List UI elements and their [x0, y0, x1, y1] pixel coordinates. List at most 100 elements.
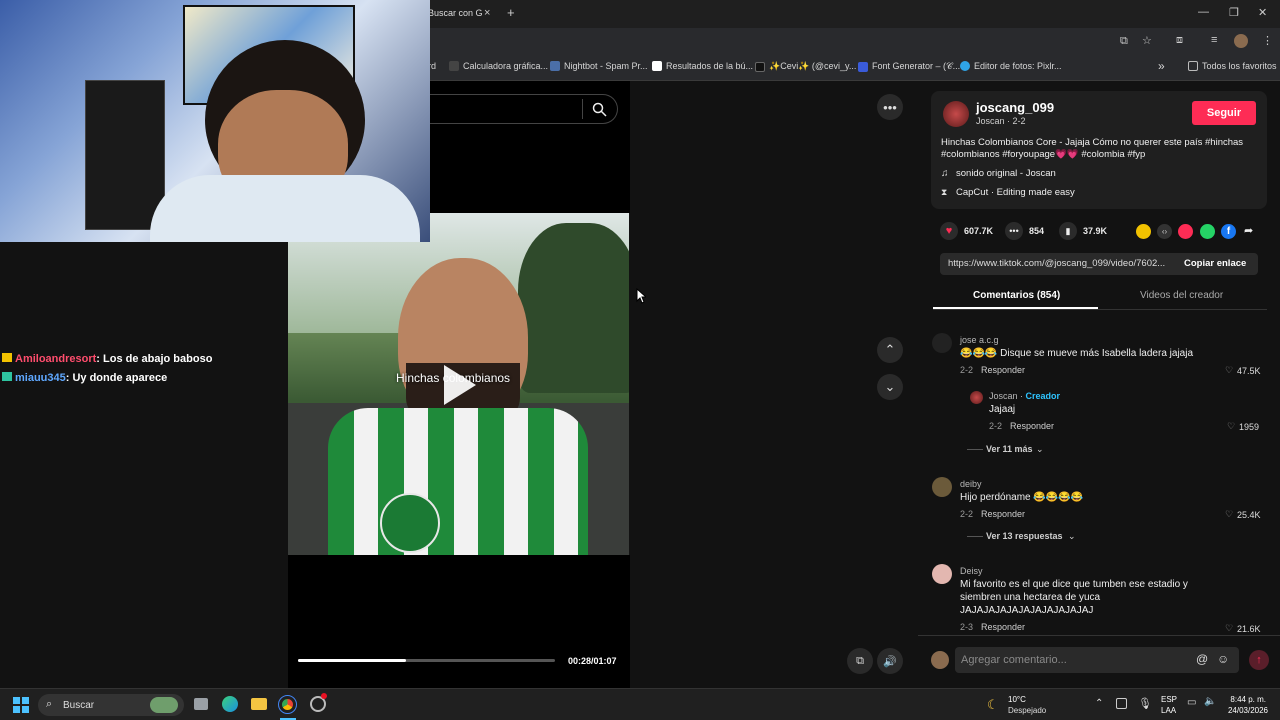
- volume-icon[interactable]: 🔊: [877, 648, 903, 674]
- coin-icon[interactable]: [1136, 224, 1151, 239]
- mention-icon[interactable]: @: [1196, 652, 1208, 666]
- close-window-icon[interactable]: ✕: [1258, 6, 1267, 19]
- creator-avatar[interactable]: [943, 101, 969, 127]
- tab-close-icon[interactable]: ×: [484, 7, 490, 19]
- chat-text: : Los de abajo baboso: [96, 353, 213, 365]
- emoji-icon[interactable]: ☺: [1217, 652, 1229, 666]
- reply-button[interactable]: Responder: [1010, 421, 1054, 431]
- taskbar-search[interactable]: ⌕ Buscar: [38, 694, 184, 716]
- tray-app-icon[interactable]: [1116, 698, 1127, 709]
- comment-date: 2-3: [960, 622, 974, 632]
- search-icon: ⌕: [46, 698, 53, 710]
- reply-button[interactable]: Responder: [981, 365, 1025, 375]
- reply-avatar[interactable]: [970, 391, 983, 404]
- whatsapp-icon[interactable]: [1200, 224, 1215, 239]
- progress-track[interactable]: [298, 659, 555, 662]
- edge-icon[interactable]: [222, 696, 238, 712]
- clock-time[interactable]: 8:44 p. m.: [1226, 695, 1266, 704]
- comment-author[interactable]: Deisy: [960, 566, 983, 576]
- bookmarks-more-icon[interactable]: »: [1158, 59, 1165, 73]
- network-icon[interactable]: ▭: [1187, 697, 1196, 708]
- weather-temp[interactable]: 10°C: [1008, 695, 1026, 704]
- volume-tray-icon[interactable]: 🔈: [1204, 696, 1216, 707]
- video-player[interactable]: Hinchas colombianos: [288, 213, 629, 555]
- chevron-down-icon[interactable]: ⌄: [1068, 531, 1076, 542]
- capcut-label[interactable]: CapCut · Editing made easy: [956, 187, 1075, 198]
- tab-creator-videos[interactable]: Videos del creador: [1140, 290, 1223, 301]
- send-icon[interactable]: [1178, 224, 1193, 239]
- pip-icon[interactable]: ⧉: [847, 648, 873, 674]
- comment-author[interactable]: jose a.c.g: [960, 335, 999, 345]
- play-icon[interactable]: [438, 363, 478, 407]
- send-comment-icon[interactable]: ↑: [1249, 650, 1269, 670]
- weather-desc[interactable]: Despejado: [1008, 706, 1046, 715]
- view-more-replies[interactable]: Ver 11 más: [986, 444, 1033, 454]
- follow-button[interactable]: Seguir: [1192, 101, 1256, 125]
- facebook-icon[interactable]: f: [1221, 224, 1236, 239]
- file-explorer-icon[interactable]: [251, 698, 267, 710]
- reply-author[interactable]: Joscan · Creador: [989, 391, 1060, 401]
- chrome-icon[interactable]: [278, 695, 297, 714]
- new-tab-button[interactable]: +: [507, 5, 515, 20]
- weather-moon-icon[interactable]: ☾: [987, 697, 999, 713]
- share-icon[interactable]: ➦: [1244, 224, 1253, 237]
- comment-input[interactable]: Agregar comentario... @ ☺: [955, 647, 1239, 673]
- heart-outline-icon[interactable]: ♡: [1225, 365, 1233, 376]
- heart-outline-icon[interactable]: ♡: [1225, 623, 1233, 634]
- bookmark-icon[interactable]: ▮: [1059, 222, 1077, 240]
- extensions-icon[interactable]: ⧈: [1176, 34, 1183, 47]
- comment-author[interactable]: deiby: [960, 479, 982, 489]
- language-code[interactable]: ESP: [1161, 695, 1177, 704]
- profile-avatar[interactable]: [1234, 34, 1248, 48]
- tab-comments[interactable]: Comentarios (854): [973, 290, 1060, 301]
- video-link[interactable]: https://www.tiktok.com/@joscang_099/vide…: [948, 258, 1165, 269]
- like-icon[interactable]: ♥: [940, 222, 958, 240]
- video-controls: 00:28/01:07: [288, 555, 630, 688]
- microphone-tray-icon[interactable]: 🎙: [1138, 697, 1152, 710]
- creator-username[interactable]: joscang_099: [976, 100, 1054, 115]
- tab-search-icon[interactable]: ≡: [1211, 34, 1217, 46]
- all-bookmarks[interactable]: Todos los favoritos: [1188, 61, 1277, 71]
- sound-label[interactable]: sonido original - Joscan: [956, 168, 1056, 179]
- tray-chevron-icon[interactable]: ⌃: [1095, 698, 1103, 709]
- menu-icon[interactable]: ⋮: [1262, 34, 1273, 47]
- reply-like-count: 1959: [1239, 422, 1260, 432]
- task-view-icon[interactable]: [194, 698, 208, 710]
- windows-start-icon[interactable]: [13, 697, 29, 713]
- clock-date[interactable]: 24/03/2026: [1226, 706, 1268, 715]
- bookmark-item[interactable]: Font Generator – (𝒞...: [858, 61, 960, 72]
- cast-icon[interactable]: ⧉: [1120, 35, 1128, 48]
- search-icon[interactable]: [592, 102, 607, 117]
- heart-outline-icon[interactable]: ♡: [1227, 421, 1235, 432]
- comment-text: Mi favorito es el que dice que tumben es…: [960, 579, 1188, 616]
- commenter-avatar[interactable]: [932, 477, 952, 497]
- tab-title[interactable]: Buscar con G: [428, 8, 483, 18]
- sub-badge-icon: [2, 372, 12, 381]
- heart-outline-icon[interactable]: ♡: [1225, 509, 1233, 520]
- bookmark-item[interactable]: Resultados de la bú...: [652, 61, 753, 71]
- comment-icon[interactable]: •••: [1005, 222, 1023, 240]
- chevron-down-icon[interactable]: ⌄: [1036, 444, 1044, 455]
- embed-icon[interactable]: ‹›: [1157, 224, 1172, 239]
- language-layout[interactable]: LAA: [1161, 706, 1176, 715]
- chat-text: : Uy donde aparece: [65, 372, 168, 384]
- star-icon[interactable]: ☆: [1142, 34, 1152, 47]
- user-avatar[interactable]: [931, 651, 949, 669]
- view-more-replies[interactable]: Ver 13 respuestas: [986, 531, 1063, 541]
- chevron-up-icon[interactable]: ⌃: [877, 337, 903, 363]
- copy-link-button[interactable]: Copiar enlace: [1184, 258, 1246, 269]
- bookmark-item[interactable]: Editor de fotos: Pixlr...: [960, 61, 1062, 71]
- bookmark-item[interactable]: ✨Cevi✨ (@cevi_y...: [755, 61, 856, 72]
- bookmark-item[interactable]: Calculadora gráfica...: [449, 61, 548, 71]
- commenter-avatar[interactable]: [932, 333, 952, 353]
- more-options-icon[interactable]: •••: [877, 94, 903, 120]
- tiktok-icon: [755, 61, 765, 72]
- reply-button[interactable]: Responder: [981, 622, 1025, 632]
- chevron-down-icon[interactable]: ⌄: [877, 374, 903, 400]
- restore-icon[interactable]: ❐: [1229, 6, 1239, 19]
- reply-button[interactable]: Responder: [981, 509, 1025, 519]
- commenter-avatar[interactable]: [932, 564, 952, 584]
- comment-text: 😂😂😂 Disque se mueve más Isabella ladera …: [960, 348, 1194, 359]
- bookmark-item[interactable]: Nightbot - Spam Pr...: [550, 61, 648, 71]
- minimize-icon[interactable]: —: [1198, 6, 1209, 18]
